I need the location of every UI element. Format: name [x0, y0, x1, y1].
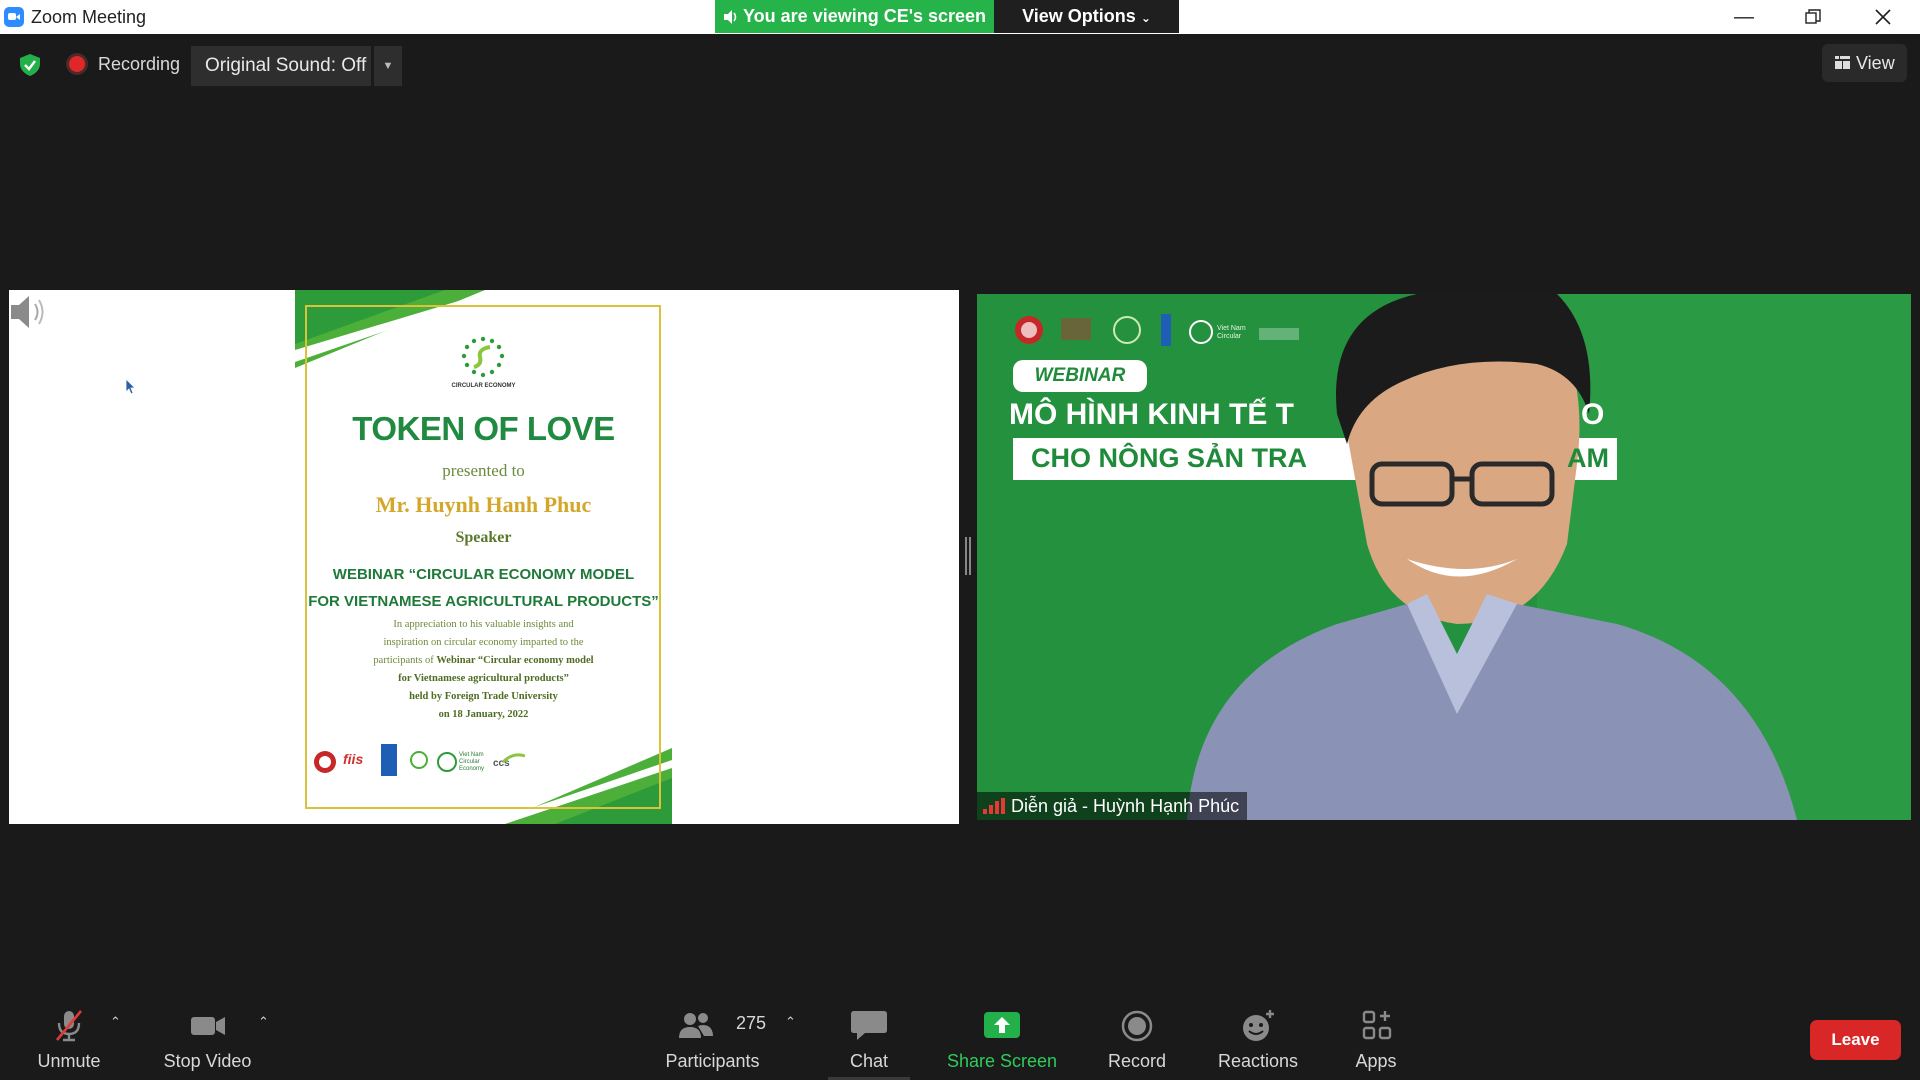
circular-economy-logo	[461, 336, 505, 378]
record-icon	[1121, 1010, 1153, 1042]
reactions-button[interactable]: Reactions	[1208, 1000, 1308, 1080]
unmute-button[interactable]: Unmute	[24, 1000, 114, 1080]
webinar-title-line1: WEBINAR “CIRCULAR ECONOMY MODEL	[332, 566, 635, 583]
svg-text:Circular: Circular	[1217, 333, 1242, 340]
original-sound-dropdown-icon[interactable]: ▼	[374, 46, 402, 86]
participants-label: Participants	[665, 1051, 760, 1071]
share-screen-icon	[984, 1012, 1020, 1038]
recipient-role: Speaker	[455, 529, 512, 546]
apps-icon	[1362, 1010, 1392, 1040]
viewing-text: You are viewing CE's screen	[743, 6, 987, 26]
close-icon[interactable]	[1855, 0, 1911, 34]
webinar-title-line2: FOR VIETNAMESE AGRICULTURAL PRODUCTS”	[308, 593, 659, 610]
record-button[interactable]: Record	[1092, 1000, 1182, 1080]
signal-bars-icon	[983, 798, 1005, 814]
body-text: participants of	[373, 655, 437, 666]
view-options-button[interactable]: View Options ⌄	[994, 0, 1179, 33]
logo-caption: CIRCULAR ECONOMY	[451, 383, 516, 389]
share-screen-button[interactable]: Share Screen	[942, 1000, 1062, 1080]
stop-video-label: Stop Video	[163, 1051, 252, 1071]
svg-text:fiis: fiis	[343, 751, 363, 767]
mouse-cursor-icon	[126, 379, 136, 395]
unmute-label: Unmute	[37, 1051, 101, 1071]
reactions-label: Reactions	[1217, 1051, 1299, 1071]
headline-line2-end: AM	[1567, 443, 1609, 473]
headline-line1-end: O	[1581, 398, 1605, 431]
minimize-icon[interactable]: —	[1716, 0, 1772, 34]
video-camera-icon	[190, 1017, 225, 1035]
webinar-badge: WEBINAR	[1034, 365, 1126, 386]
headline-line2: CHO NÔNG SẢN TRA	[1031, 443, 1307, 473]
view-label: View	[1856, 53, 1895, 73]
participant-name: Diễn giả - Huỳnh Hạnh Phúc	[1011, 796, 1240, 816]
svg-text:Circular: Circular	[459, 759, 480, 765]
recipient-name: Mr. Huynh Hanh Phuc	[375, 492, 592, 517]
body-bold-text: Webinar “Circular economy model	[436, 655, 594, 666]
muted-microphone-icon	[55, 1010, 83, 1042]
stop-video-button[interactable]: Stop Video	[155, 1000, 260, 1080]
participants-icon	[679, 1013, 714, 1038]
video-options-caret-icon[interactable]: ⌃	[258, 1014, 269, 1030]
audio-options-caret-icon[interactable]: ⌃	[110, 1014, 121, 1030]
apps-button[interactable]: Apps	[1336, 1000, 1416, 1080]
participants-options-caret-icon[interactable]: ⌃	[785, 1014, 796, 1030]
sponsor-logos: fiis Viet Nam Circular Economy ccs	[314, 744, 526, 776]
participants-button[interactable]: Participants	[655, 1000, 770, 1080]
body-line: on 18 January, 2022	[438, 709, 529, 720]
body-line: held by Foreign Trade University	[409, 691, 558, 702]
certificate-title: TOKEN OF LOVE	[352, 410, 615, 447]
chat-button[interactable]: Chat	[828, 1000, 910, 1080]
webinar-title: WEBINAR “CIRCULAR ECONOMY MODEL FOR VIET…	[295, 561, 672, 615]
headline-line1: MÔ HÌNH KINH TẾ T	[1009, 398, 1294, 431]
smiley-plus-icon	[1243, 1010, 1274, 1041]
original-sound-button[interactable]: Original Sound: Off	[191, 46, 371, 86]
view-button[interactable]: View	[1822, 44, 1907, 82]
svg-text:Viet Nam: Viet Nam	[459, 752, 484, 758]
video-tile[interactable]: Viet Nam Circular WEBINAR MÔ HÌNH KINH T…	[977, 294, 1911, 820]
audio-speaker-icon	[11, 296, 44, 328]
security-shield-icon[interactable]	[18, 53, 42, 77]
apps-label: Apps	[1355, 1051, 1397, 1071]
share-screen-label: Share Screen	[946, 1051, 1058, 1071]
svg-text:Economy: Economy	[459, 766, 484, 772]
recording-dot-icon	[69, 56, 85, 72]
grid-icon	[1835, 56, 1850, 69]
meeting-toolbar: Unmute ⌃ Stop Video ⌃ Participants 275 ⌃…	[0, 1000, 1920, 1080]
presented-to: presented to	[442, 461, 525, 480]
record-label: Record	[1107, 1051, 1167, 1071]
zoom-logo-icon	[4, 7, 24, 27]
view-options-label: View Options	[1022, 6, 1136, 26]
certificate-body: In appreciation to his valuable insights…	[335, 616, 632, 724]
shared-screen[interactable]: CIRCULAR ECONOMY TOKEN OF LOVE presented…	[9, 290, 959, 824]
body-line: for Vietnamese agricultural products”	[398, 673, 569, 684]
certificate: CIRCULAR ECONOMY TOKEN OF LOVE presented…	[295, 290, 672, 824]
recording-label: Recording	[98, 54, 181, 74]
chat-label: Chat	[849, 1051, 889, 1071]
speaker-icon	[724, 10, 737, 24]
body-line: participants of Webinar “Circular econom…	[335, 652, 632, 670]
participants-count: 275	[736, 1013, 767, 1033]
body-line: inspiration on circular economy imparted…	[383, 637, 584, 648]
split-view-handle[interactable]	[965, 537, 971, 575]
window-title: Zoom Meeting	[31, 7, 147, 27]
viewing-banner: You are viewing CE's screen	[715, 0, 994, 33]
svg-text:Viet Nam: Viet Nam	[1217, 325, 1246, 332]
restore-icon[interactable]	[1785, 0, 1841, 34]
participant-name-tag: Diễn giả - Huỳnh Hạnh Phúc	[977, 792, 1248, 820]
leave-button[interactable]: Leave	[1810, 1020, 1901, 1060]
chat-bubble-icon	[851, 1011, 887, 1040]
body-line: In appreciation to his valuable insights…	[393, 619, 574, 630]
chevron-down-icon: ⌄	[1140, 11, 1151, 25]
